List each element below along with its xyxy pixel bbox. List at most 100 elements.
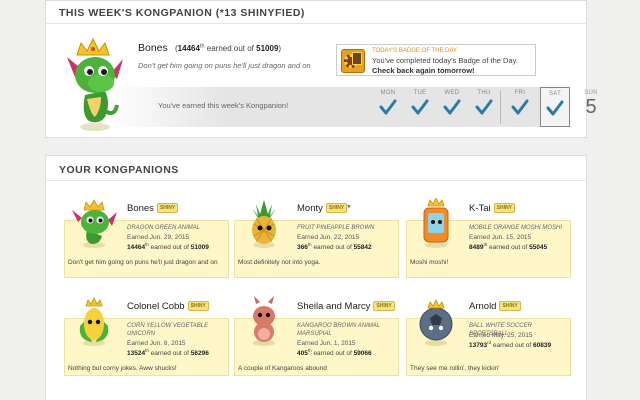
shiny-badge: SHINY: [187, 301, 209, 312]
check-back-link[interactable]: Check back again tomorrow!: [372, 66, 475, 75]
kongpanion-name: Monty: [297, 203, 323, 214]
soccer-ball-icon: [419, 299, 453, 346]
rank-text: earned out of: [150, 244, 189, 252]
shiny-badge: SHINY: [325, 203, 348, 214]
kongpanion-quote: Nothing but corny jokes. Aww shucks!: [68, 365, 177, 372]
rank-total: 56296: [190, 350, 209, 358]
card-name-row: K-Tai SHINY: [469, 203, 515, 214]
earned-date: Earned May. 25, 2015: [469, 332, 533, 339]
rank-number: 13524: [127, 350, 146, 358]
rank-text: earned out of: [150, 350, 189, 358]
hero-score: 14464: [177, 44, 200, 53]
checkmark-icon: [379, 99, 397, 115]
shiny-star: *: [347, 203, 351, 213]
rank-suffix: th: [145, 348, 149, 353]
hero-score-suffix: th: [199, 43, 205, 50]
day-label: TUE: [413, 90, 427, 96]
checkmark-icon: [475, 99, 493, 115]
badge-kicker: TODAY'S BADGE OF THE DAY: [372, 48, 458, 54]
day-sat-current: SAT: [540, 87, 570, 127]
earned-date: Earned Jun. 1, 2015: [297, 340, 356, 347]
earned-rank: 13524th earned out of 56296: [127, 348, 209, 357]
kongpanion-quote: A couple of Kangaroos abound: [238, 365, 327, 372]
earned-rank: 405th earned out of 59066: [297, 348, 372, 357]
week-progress-strip: You've earned this week's Kongpanion! MO…: [108, 87, 570, 127]
rank-number: 8489: [469, 244, 484, 252]
kongpanion-name: Sheila and Marcy: [297, 301, 371, 312]
hero-total: 51009: [256, 44, 279, 53]
shiny-badge: SHINY: [373, 301, 395, 312]
collection-panel-title: YOUR KONGPANIONS: [59, 164, 179, 176]
earned-rank: 8489th earned out of 55045: [469, 242, 547, 251]
shiny-badge: SHINY: [499, 301, 521, 312]
checkmark-icon: [443, 99, 461, 115]
kongpanion-tags: CORN YELLOW VEGETABLE UNICORN: [127, 323, 209, 337]
kongpanion-card-k-tai[interactable]: K-Tai SHINY MOBILE ORANGE MOSHI MOSHI Ear…: [406, 198, 571, 278]
kongpanion-card-bones[interactable]: Bones SHINY DRAGON GREEN ANIMAL Earned Ju…: [64, 198, 229, 278]
earned-rank: 366th earned out of 55842: [297, 242, 372, 251]
day-label: MON: [380, 90, 396, 96]
hero-name: Bones: [138, 42, 168, 54]
card-name-row: Sheila and Marcy SHINY: [297, 301, 395, 312]
day-label: WED: [444, 90, 460, 96]
kongpanion-tags: DRAGON GREEN ANIMAL: [127, 225, 201, 231]
card-name-row: Colonel Cobb SHINY: [127, 301, 209, 312]
kongpanion-tags: FRUIT PINEAPPLE BROWN: [297, 225, 375, 231]
kongpanion-tags: MOBILE ORANGE MOSHI MOSHI: [469, 225, 563, 231]
rank-total: 55842: [353, 244, 372, 252]
hero-earned-text: earned out of: [206, 44, 254, 53]
kongpanion-name: Bones: [127, 203, 154, 214]
rank-total: 60839: [533, 342, 552, 350]
kongpanion-quote: They see me rollin', they kickin': [410, 365, 500, 372]
checkmark-icon: [411, 99, 429, 115]
week-earned-label: You've earned this week's Kongpanion!: [158, 101, 289, 110]
badge-of-the-day-icon: [341, 49, 365, 73]
kongpanion-name: Colonel Cobb: [127, 301, 185, 312]
title-divider: [46, 23, 586, 24]
rank-text: earned out of: [492, 342, 532, 350]
shiny-badge: SHINY: [156, 203, 179, 214]
kongpanion-card-monty[interactable]: Monty SHINY * FRUIT PINEAPPLE BROWN Earned…: [234, 198, 399, 278]
rank-total: 51009: [190, 244, 209, 252]
pineapple-icon: [252, 200, 276, 248]
kongpanion-name: K-Tai: [469, 203, 491, 214]
kongpanion-tags: KANGAROO BROWN ANIMAL MARSUPIAL: [297, 323, 381, 337]
kongpanion-name: Arnold: [469, 301, 497, 312]
week-divider: [500, 90, 501, 124]
hero-quote: Don't get him going on puns he'll just d…: [138, 61, 311, 70]
earned-date: Earned Jun. 29, 2015: [127, 234, 190, 241]
your-kongpanions-panel: YOUR KONGPANIONS Bones SHINY DRAGON GREEN…: [45, 155, 587, 400]
rank-number: 405: [297, 350, 308, 358]
days-remaining: 5: [585, 96, 597, 118]
kongpanion-card-colonel-cobb[interactable]: Colonel Cobb SHINY CORN YELLOW VEGETABLE …: [64, 296, 229, 376]
rank-number: 366: [297, 244, 308, 252]
rank-suffix: th: [307, 242, 312, 247]
earned-rank: 13793rd earned out of 60839: [469, 340, 551, 349]
day-sun: SUN 5: [576, 90, 606, 124]
corn-icon: [79, 297, 109, 346]
earned-date: Earned Jun. 8, 2015: [127, 340, 186, 347]
badge-of-the-day-box[interactable]: TODAY'S BADGE OF THE DAY You've complete…: [336, 44, 536, 76]
earned-date: Earned Jun. 15, 2015: [469, 234, 532, 241]
kangaroo-icon: [253, 296, 275, 346]
rank-suffix: rd: [487, 340, 492, 345]
rank-total: 55045: [529, 244, 548, 252]
badge-text: You've completed today's Badge of the Da…: [372, 56, 534, 75]
rank-text: earned out of: [313, 350, 352, 358]
badge-status: You've completed today's Badge of the Da…: [372, 56, 518, 65]
checkmark-icon: [511, 99, 529, 115]
kongpanion-quote: Moshi moshi!: [410, 259, 449, 266]
earned-date: Earned Jun. 22, 2015: [297, 234, 360, 241]
rank-number: 14464: [127, 244, 146, 252]
weekly-kongpanion-panel: THIS WEEK'S KONGPANION (*13 SHINYFIED) B…: [45, 0, 597, 138]
day-mon: MON: [373, 90, 403, 124]
rank-text: earned out of: [313, 244, 352, 252]
rank-text: earned out of: [489, 244, 528, 252]
checkmark-icon: [546, 100, 564, 116]
rank-number: 13793: [469, 342, 488, 350]
day-fri: FRI: [505, 90, 535, 124]
rank-suffix: th: [483, 242, 488, 247]
kongpanion-card-sheila-and-marcy[interactable]: Sheila and Marcy SHINY KANGAROO BROWN ANI…: [234, 296, 399, 376]
shiny-badge: SHINY: [493, 203, 515, 214]
kongpanion-card-arnold[interactable]: Arnold SHINY BALL WHITE SOCCER SPORTSBALL…: [406, 296, 571, 376]
